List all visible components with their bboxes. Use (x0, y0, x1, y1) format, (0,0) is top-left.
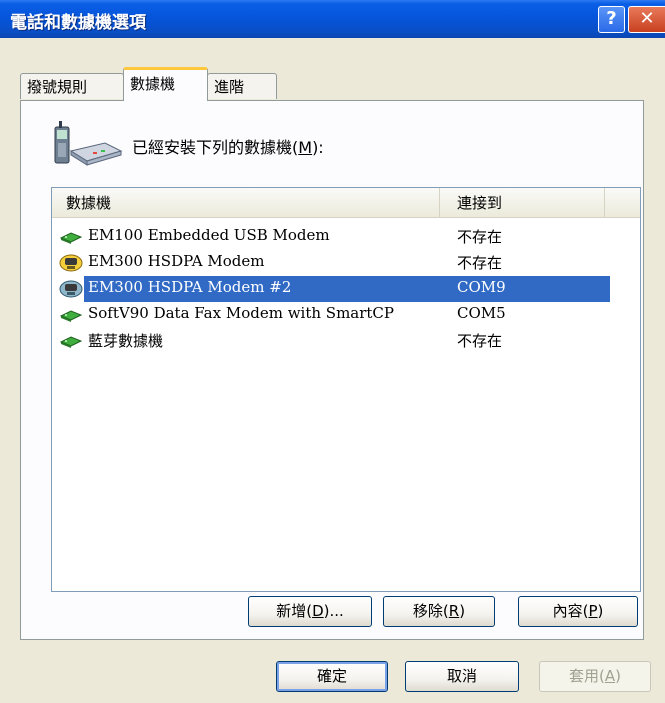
modem-connection: 不存在 (457, 228, 503, 246)
button-label-suffix: ) (597, 602, 604, 620)
add-button[interactable]: 新增(D)... (248, 596, 372, 627)
window-title: 電話和數據機選項 (10, 13, 146, 33)
cancel-button[interactable]: 取消 (405, 661, 519, 692)
apply-button[interactable]: 套用(A) (539, 661, 651, 692)
tab-label: 數據機 (130, 75, 176, 93)
close-button[interactable]: ✕ (628, 6, 665, 33)
modem-card-icon (59, 232, 83, 244)
button-label: 確定 (316, 667, 347, 685)
column-header-spacer (606, 188, 640, 217)
ok-button[interactable]: 確定 (276, 661, 388, 692)
button-accelerator: D (312, 602, 324, 620)
modem-list[interactable]: 數據機 連接到 EM100 Embedded USB Modem 不存在 EM3… (51, 187, 641, 592)
list-item[interactable]: SoftV90 Data Fax Modem with SmartCP COM5 (52, 302, 640, 328)
list-item[interactable]: 藍芽數據機 不存在 (52, 328, 640, 354)
help-button[interactable]: ? (598, 6, 625, 33)
properties-button[interactable]: 內容(P) (518, 596, 638, 627)
modems-tab-panel: 已經安裝下列的數據機(M): 數據機 連接到 EM100 Embedded US… (20, 100, 644, 640)
phone-modem-options-dialog: 電話和數據機選項 ? ✕ 撥號規則 數據機 進階 已經安裝下列的數據機(M): … (0, 0, 665, 703)
remove-button[interactable]: 移除(R) (383, 596, 495, 627)
button-accelerator: A (604, 667, 616, 685)
modem-name: EM300 HSDPA Modem #2 (88, 278, 292, 296)
modem-name: EM300 HSDPA Modem (88, 252, 265, 270)
list-header: 數據機 連接到 (52, 188, 640, 218)
column-header-modem[interactable]: 數據機 (52, 188, 440, 217)
modem-card-icon (59, 336, 83, 348)
modem-name: 藍芽數據機 (88, 332, 164, 350)
button-accelerator: R (448, 602, 460, 620)
tab-label: 撥號規則 (27, 78, 88, 96)
list-item[interactable]: EM100 Embedded USB Modem 不存在 (52, 224, 640, 250)
column-header-attached-to[interactable]: 連接到 (441, 188, 605, 217)
modem-name: EM100 Embedded USB Modem (88, 226, 330, 244)
label-accelerator: M (298, 138, 313, 157)
installed-modems-label: 已經安裝下列的數據機(M): (132, 134, 324, 158)
modem-name: SoftV90 Data Fax Modem with SmartCP (88, 304, 395, 322)
label-suffix: ): (312, 138, 324, 157)
tab-modems[interactable]: 數據機 (123, 67, 208, 101)
button-label: 套用( (569, 667, 605, 685)
modem-connection: 不存在 (457, 254, 503, 272)
list-item[interactable]: EM300 HSDPA Modem 不存在 (52, 250, 640, 276)
button-label: 內容( (552, 602, 589, 620)
tab-label: 進階 (214, 78, 245, 96)
modem-card-icon (59, 310, 83, 322)
list-item-selected[interactable]: EM300 HSDPA Modem #2 COM9 (52, 276, 640, 302)
help-icon: ? (606, 8, 617, 29)
button-label: 新增( (276, 602, 313, 620)
button-label: 取消 (446, 667, 477, 685)
phone-modem-icon (54, 121, 123, 166)
button-label-suffix: ) (459, 602, 466, 620)
button-label-suffix: ) (615, 667, 621, 685)
modem-connection: COM9 (457, 278, 506, 296)
label-text: 已經安裝下列的數據機( (132, 138, 299, 157)
phone-modem-icon (59, 254, 83, 272)
modem-connection: 不存在 (457, 332, 503, 350)
button-accelerator: P (588, 602, 598, 620)
button-label-suffix: )... (323, 602, 344, 620)
tab-advanced[interactable]: 進階 (207, 73, 277, 99)
close-icon: ✕ (639, 8, 655, 29)
modem-connection: COM5 (457, 304, 506, 322)
phone-modem-icon (59, 280, 83, 298)
title-bar[interactable]: 電話和數據機選項 ? ✕ (0, 0, 665, 38)
button-label: 移除( (412, 602, 449, 620)
tab-dialing-rules[interactable]: 撥號規則 (20, 73, 124, 99)
